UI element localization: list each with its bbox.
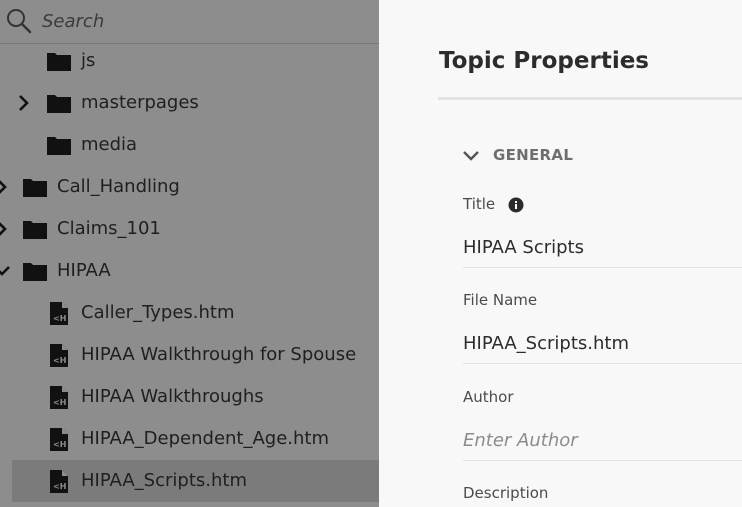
tree-item-label: HIPAA_Scripts.htm xyxy=(81,470,247,491)
file-htm-icon: <H xyxy=(48,343,70,368)
file-name-field[interactable] xyxy=(463,323,742,364)
file-name-label: File Name xyxy=(463,291,538,309)
tree-folder-claims-101[interactable]: Claims_101 xyxy=(0,208,379,250)
author-label: Author xyxy=(463,388,514,406)
info-icon[interactable] xyxy=(508,197,524,213)
tree-item-label: masterpages xyxy=(81,92,199,113)
tree-file-hipaa-walkthrough-for-spouse[interactable]: <H HIPAA Walkthrough for Spouse xyxy=(0,334,379,376)
chevron-right-icon[interactable] xyxy=(14,93,34,113)
search-bar xyxy=(0,0,379,44)
chevron-down-icon[interactable] xyxy=(0,261,12,281)
tree-item-label: js xyxy=(81,50,96,71)
title-label: Title xyxy=(463,195,496,213)
tree-item-label: Claims_101 xyxy=(57,218,161,239)
tree-folder-call-handling[interactable]: Call_Handling xyxy=(0,166,379,208)
folder-icon xyxy=(22,260,48,282)
folder-icon xyxy=(22,218,48,240)
tree-item-label: HIPAA xyxy=(57,260,111,281)
search-input[interactable] xyxy=(42,6,362,36)
tree-file-caller-types-htm[interactable]: <H Caller_Types.htm xyxy=(0,292,379,334)
folder-icon xyxy=(46,134,72,156)
tree-file-hipaa-dependent-age-htm[interactable]: <H HIPAA_Dependent_Age.htm xyxy=(0,418,379,460)
tree-folder-hipaa[interactable]: HIPAA xyxy=(0,250,379,292)
tree-file-hipaa-scripts-htm[interactable]: <H HIPAA_Scripts.htm xyxy=(12,460,379,502)
svg-text:<H: <H xyxy=(53,440,66,449)
folder-icon xyxy=(46,92,72,114)
title-divider xyxy=(438,97,742,100)
tree-file-hipaa-walkthroughs[interactable]: <H HIPAA Walkthroughs xyxy=(0,376,379,418)
project-tree-panel: js masterpages media Call_Handling Claims_10… xyxy=(0,0,379,507)
search-icon xyxy=(7,9,32,34)
section-label: GENERAL xyxy=(493,146,574,164)
tree-item-label: HIPAA Walkthroughs xyxy=(81,386,264,407)
svg-text:<H: <H xyxy=(53,398,66,407)
title-field[interactable] xyxy=(463,227,742,268)
file-htm-icon: <H xyxy=(48,385,70,410)
file-htm-icon: <H xyxy=(48,469,70,494)
tree-item-label: Caller_Types.htm xyxy=(81,302,235,323)
tree-item-label: HIPAA_Dependent_Age.htm xyxy=(81,428,330,449)
svg-text:<H: <H xyxy=(53,482,66,491)
description-label: Description xyxy=(463,484,549,502)
topic-properties-panel: Topic Properties GENERAL Title File Name… xyxy=(379,0,742,507)
file-htm-icon: <H xyxy=(48,427,70,452)
chevron-down-icon xyxy=(463,151,479,161)
chevron-right-icon[interactable] xyxy=(0,219,12,239)
svg-text:<H: <H xyxy=(53,356,66,365)
file-htm-icon: <H xyxy=(48,301,70,326)
tree-item-label: Call_Handling xyxy=(57,176,180,197)
tree-folder-js[interactable]: js xyxy=(0,40,379,82)
general-section-toggle[interactable]: GENERAL xyxy=(461,143,661,169)
author-field[interactable] xyxy=(463,420,742,461)
chevron-right-icon[interactable] xyxy=(0,177,12,197)
tree-item-label: HIPAA Walkthrough for Spouse xyxy=(81,344,357,365)
svg-text:<H: <H xyxy=(53,314,66,323)
tree-folder-masterpages[interactable]: masterpages xyxy=(0,82,379,124)
panel-title: Topic Properties xyxy=(439,48,649,74)
folder-icon xyxy=(22,176,48,198)
tree-item-label: media xyxy=(81,134,138,155)
folder-icon xyxy=(46,50,72,72)
tree-folder-media[interactable]: media xyxy=(0,124,379,166)
